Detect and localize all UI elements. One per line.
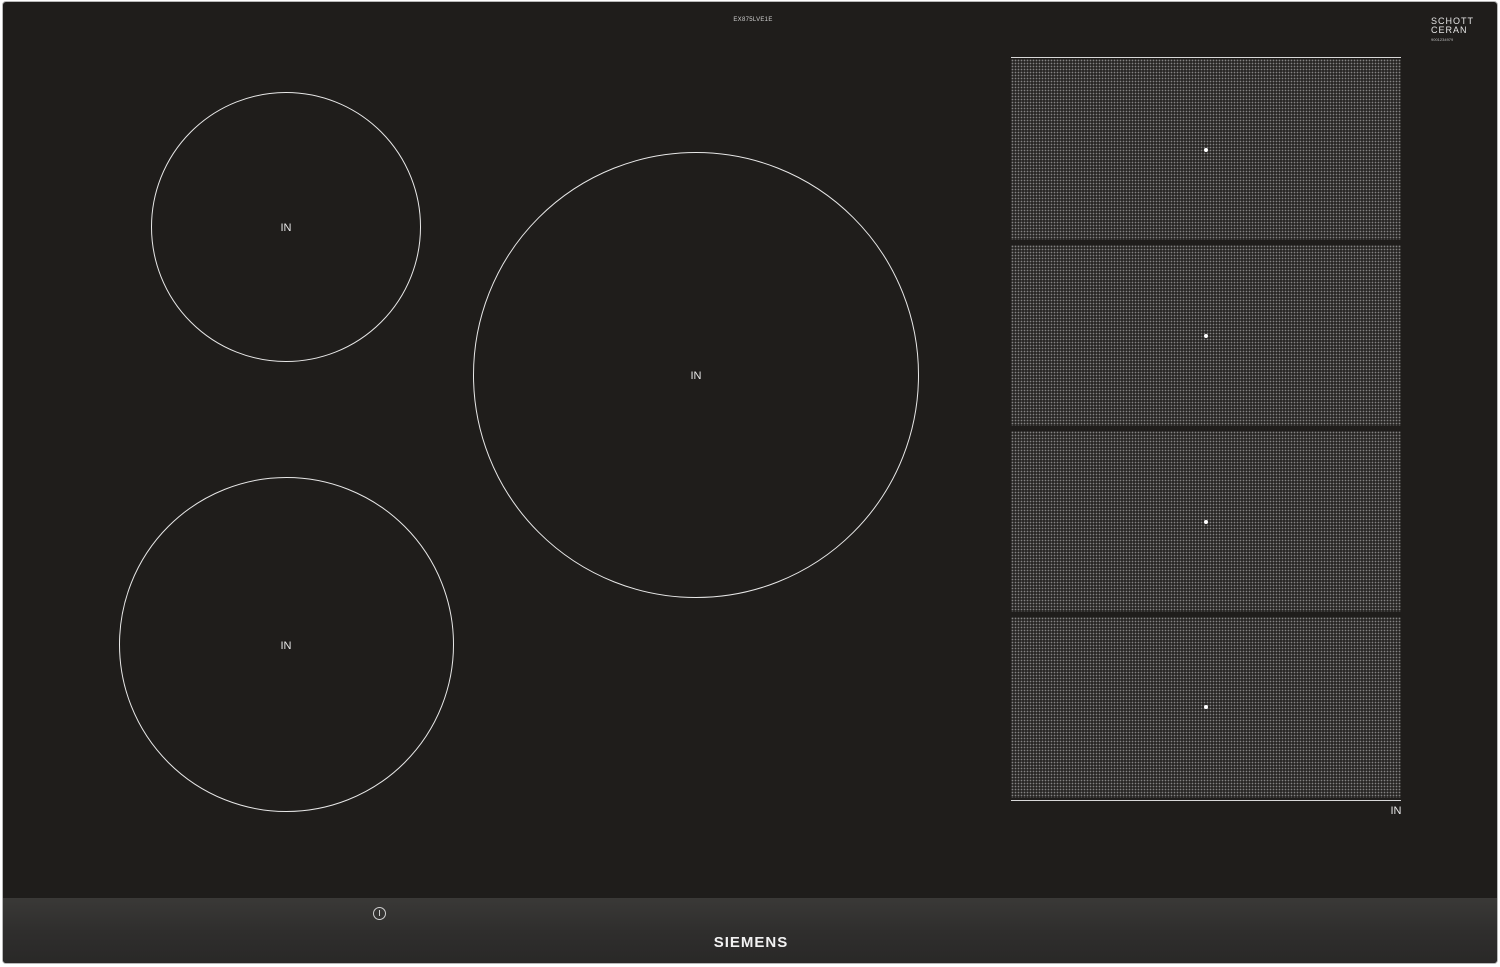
cooktop-surface: EX875LVE1E SCHOTT CERAN 9001234979 IN IN…	[2, 1, 1498, 964]
glass-brand-serial: 9001234979	[1431, 37, 1454, 42]
flex-segment-4-dot	[1204, 705, 1208, 709]
control-strip	[3, 898, 1497, 963]
glass-brand-line2: CERAN	[1431, 25, 1468, 35]
power-icon[interactable]	[373, 907, 386, 920]
flex-segment-2-dot	[1204, 334, 1208, 338]
flex-top-edge	[1011, 57, 1401, 58]
flex-zone-label: IN	[1390, 805, 1402, 817]
flex-segment-3-dot	[1204, 520, 1208, 524]
flex-induction-area[interactable]	[1011, 57, 1401, 803]
glass-brand-mark: SCHOTT CERAN 9001234979	[1431, 17, 1491, 43]
flex-segment-1-dot	[1204, 148, 1208, 152]
brand-logo: SIEMENS	[713, 934, 789, 951]
zone-label-top-left: IN	[280, 222, 292, 234]
zone-label-bottom-left: IN	[280, 640, 292, 652]
zone-label-center: IN	[690, 370, 702, 382]
flex-bottom-edge	[1011, 800, 1401, 801]
model-code: EX875LVE1E	[733, 17, 773, 23]
